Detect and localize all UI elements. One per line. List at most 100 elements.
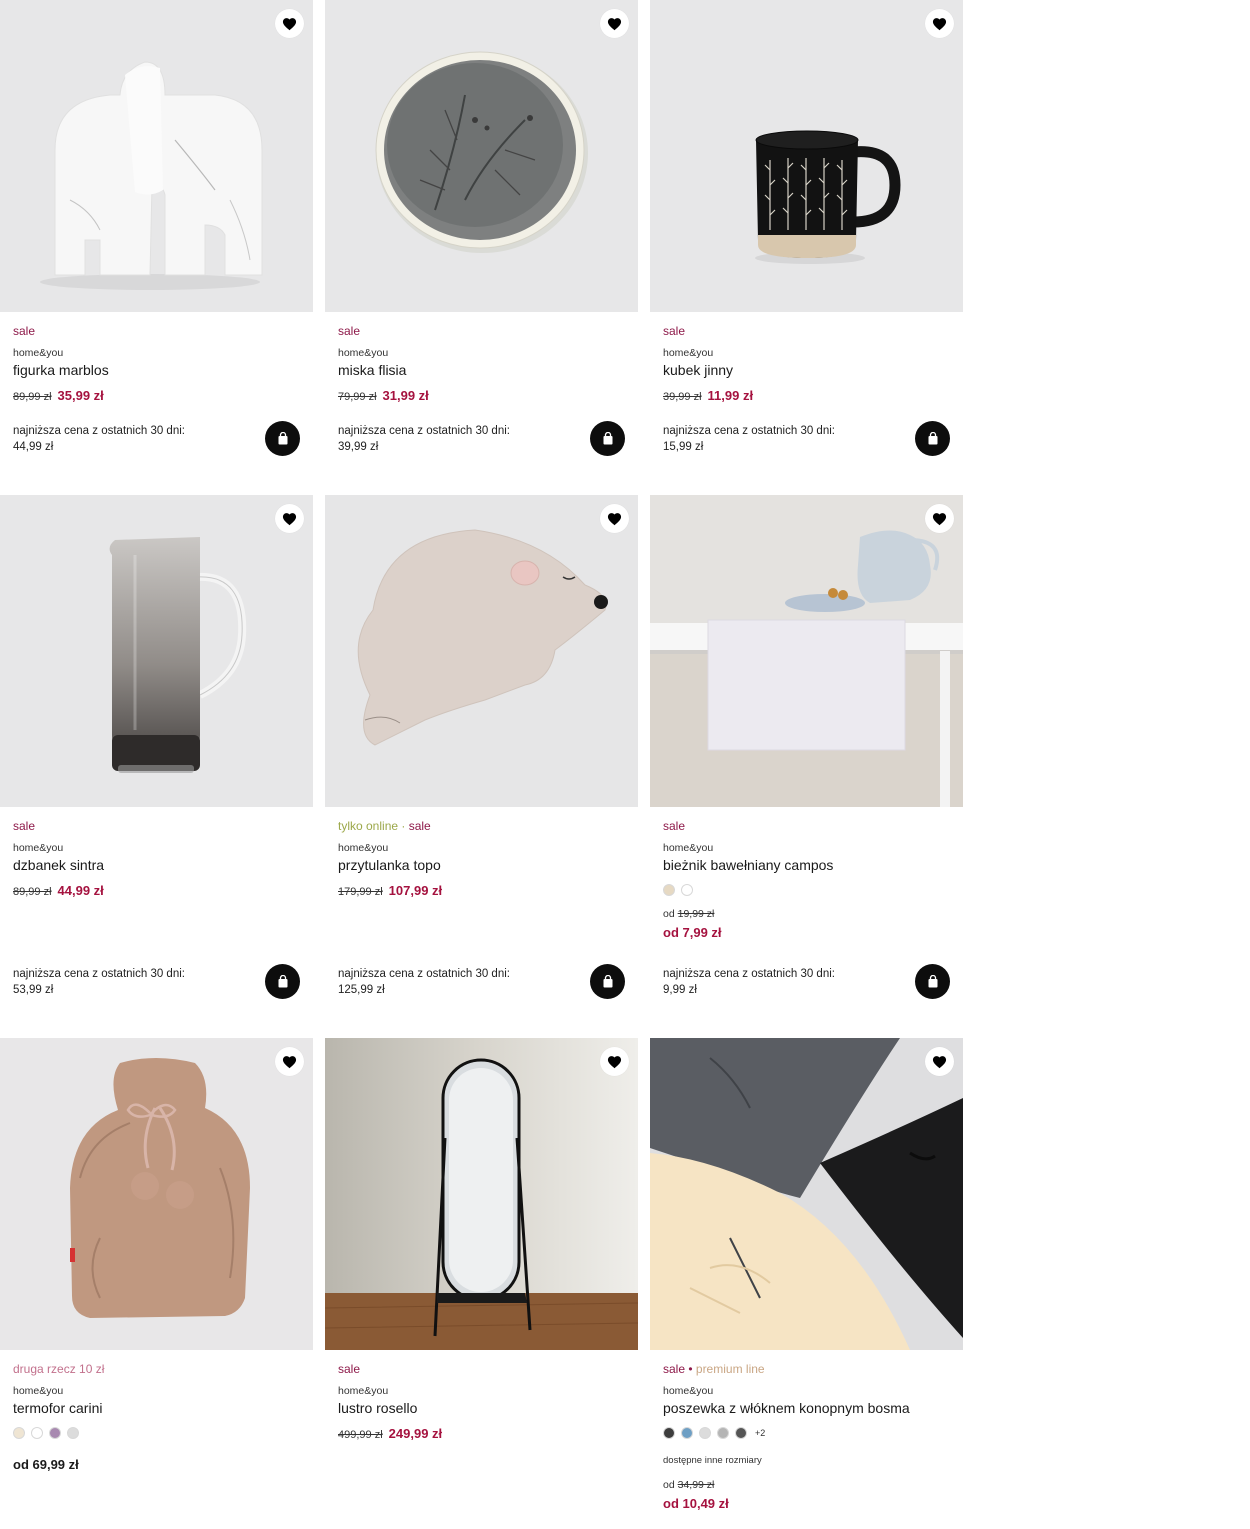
product-image[interactable]	[650, 1038, 963, 1350]
product-card[interactable]: sale home&you lustro rosello 499,99 zł 24…	[325, 1038, 638, 1529]
tag-sale: sale	[338, 1362, 361, 1376]
favorite-button[interactable]	[275, 504, 304, 533]
heart-icon	[282, 512, 297, 525]
lowest-price-info: najniższa cena z ostatnich 30 dni: 15,99 …	[663, 423, 835, 455]
product-tags: sale	[663, 324, 685, 338]
favorite-button[interactable]	[275, 9, 304, 38]
color-swatch[interactable]	[67, 1427, 79, 1439]
old-price: 89,99 zł	[13, 391, 52, 403]
add-to-cart-button[interactable]	[590, 421, 625, 456]
add-to-cart-button[interactable]	[590, 964, 625, 999]
lowest-price-value: 9,99 zł	[663, 984, 697, 996]
price: od 69,99 zł	[13, 1457, 79, 1472]
color-swatch[interactable]	[699, 1427, 711, 1439]
lowest-price-label: najniższa cena z ostatnich 30 dni:	[13, 968, 185, 980]
add-to-cart-button[interactable]	[915, 964, 950, 999]
product-image[interactable]	[0, 0, 313, 312]
sale-price: 249,99 zł	[388, 1426, 443, 1441]
heart-icon	[282, 1055, 297, 1068]
product-name[interactable]: dzbanek sintra	[13, 857, 104, 873]
product-card[interactable]: sale • premium line home&you poszewka z …	[650, 1038, 963, 1529]
favorite-button[interactable]	[275, 1047, 304, 1076]
product-image[interactable]	[650, 0, 963, 312]
favorite-button[interactable]	[925, 1047, 954, 1076]
heart-icon	[932, 512, 947, 525]
lowest-price-value: 53,99 zł	[13, 984, 54, 996]
heart-icon	[607, 512, 622, 525]
old-price: od 34,99 zł	[663, 1479, 715, 1491]
favorite-button[interactable]	[600, 1047, 629, 1076]
price-row: 89,99 zł 44,99 zł	[13, 883, 104, 898]
product-card[interactable]: sale home&you figurka marblos 89,99 zł 35…	[0, 0, 313, 470]
product-brand: home&you	[338, 1385, 389, 1397]
product-image[interactable]	[650, 495, 963, 807]
product-name[interactable]: poszewka z włóknem konopnym bosma	[663, 1400, 910, 1416]
price-row: 79,99 zł 31,99 zł	[338, 388, 429, 403]
color-swatch[interactable]	[681, 1427, 693, 1439]
lowest-price-info: najniższa cena z ostatnich 30 dni: 39,99 …	[338, 423, 510, 455]
product-tags: sale	[13, 819, 35, 833]
product-image[interactable]	[0, 1038, 313, 1350]
lowest-price-label: najniższa cena z ostatnich 30 dni:	[338, 968, 510, 980]
product-card[interactable]: tylko online · sale home&you przytulanka…	[325, 495, 638, 1015]
shopping-bag-icon	[603, 432, 612, 445]
heart-icon	[932, 1055, 947, 1068]
product-image[interactable]	[325, 1038, 638, 1350]
tag-premium-line: premium line	[695, 1362, 765, 1376]
product-card[interactable]: sale home&you bieżnik bawełniany campos …	[650, 495, 963, 1015]
tag-sale: sale	[13, 324, 36, 338]
shopping-bag-icon	[928, 432, 937, 445]
old-price: 179,99 zł	[338, 886, 383, 898]
add-to-cart-button[interactable]	[265, 964, 300, 999]
product-brand: home&you	[663, 347, 714, 359]
color-swatch[interactable]	[49, 1427, 61, 1439]
product-brand: home&you	[13, 842, 64, 854]
color-swatch[interactable]	[31, 1427, 43, 1439]
product-name[interactable]: figurka marblos	[13, 362, 109, 378]
color-swatch[interactable]	[663, 1427, 675, 1439]
color-swatch[interactable]	[663, 884, 675, 896]
tag-sale: sale	[663, 324, 686, 338]
color-swatch[interactable]	[717, 1427, 729, 1439]
price-prefix: od	[663, 1479, 675, 1491]
lowest-price-value: 125,99 zł	[338, 984, 385, 996]
more-colors-count[interactable]: +2	[755, 1428, 765, 1438]
favorite-button[interactable]	[925, 9, 954, 38]
product-card[interactable]: sale home&you miska flisia 79,99 zł 31,99…	[325, 0, 638, 470]
product-name[interactable]: lustro rosello	[338, 1400, 417, 1416]
tag-online-only: tylko online	[338, 819, 399, 833]
color-swatch[interactable]	[735, 1427, 747, 1439]
lowest-price-value: 39,99 zł	[338, 441, 379, 453]
favorite-button[interactable]	[600, 504, 629, 533]
lowest-price-info: najniższa cena z ostatnich 30 dni: 125,99…	[338, 966, 510, 998]
product-name[interactable]: przytulanka topo	[338, 857, 441, 873]
product-image[interactable]	[325, 495, 638, 807]
product-image[interactable]	[325, 0, 638, 312]
product-tags: sale	[663, 819, 685, 833]
favorite-button[interactable]	[600, 9, 629, 38]
product-name[interactable]: bieżnik bawełniany campos	[663, 857, 833, 873]
color-swatch[interactable]	[681, 884, 693, 896]
product-name[interactable]: miska flisia	[338, 362, 406, 378]
product-name[interactable]: kubek jinny	[663, 362, 733, 378]
shopping-bag-icon	[278, 975, 287, 988]
product-card[interactable]: sale home&you dzbanek sintra 89,99 zł 44,…	[0, 495, 313, 1015]
price-prefix: od	[663, 908, 675, 920]
tag-sale: sale	[663, 1362, 686, 1376]
heart-icon	[607, 1055, 622, 1068]
lowest-price-info: najniższa cena z ostatnich 30 dni: 44,99 …	[13, 423, 185, 455]
product-image[interactable]	[0, 495, 313, 807]
color-swatch[interactable]	[13, 1427, 25, 1439]
add-to-cart-button[interactable]	[265, 421, 300, 456]
heart-icon	[932, 17, 947, 30]
tag-separator: ·	[398, 819, 409, 833]
lowest-price-info: najniższa cena z ostatnich 30 dni: 9,99 z…	[663, 966, 835, 998]
sale-price: 11,99 zł	[707, 388, 754, 403]
product-card[interactable]: sale home&you kubek jinny 39,99 zł 11,99 …	[650, 0, 963, 470]
favorite-button[interactable]	[925, 504, 954, 533]
product-brand: home&you	[338, 842, 389, 854]
add-to-cart-button[interactable]	[915, 421, 950, 456]
product-card[interactable]: druga rzecz 10 zł home&you termofor cari…	[0, 1038, 313, 1529]
heart-icon	[607, 17, 622, 30]
product-name[interactable]: termofor carini	[13, 1400, 102, 1416]
